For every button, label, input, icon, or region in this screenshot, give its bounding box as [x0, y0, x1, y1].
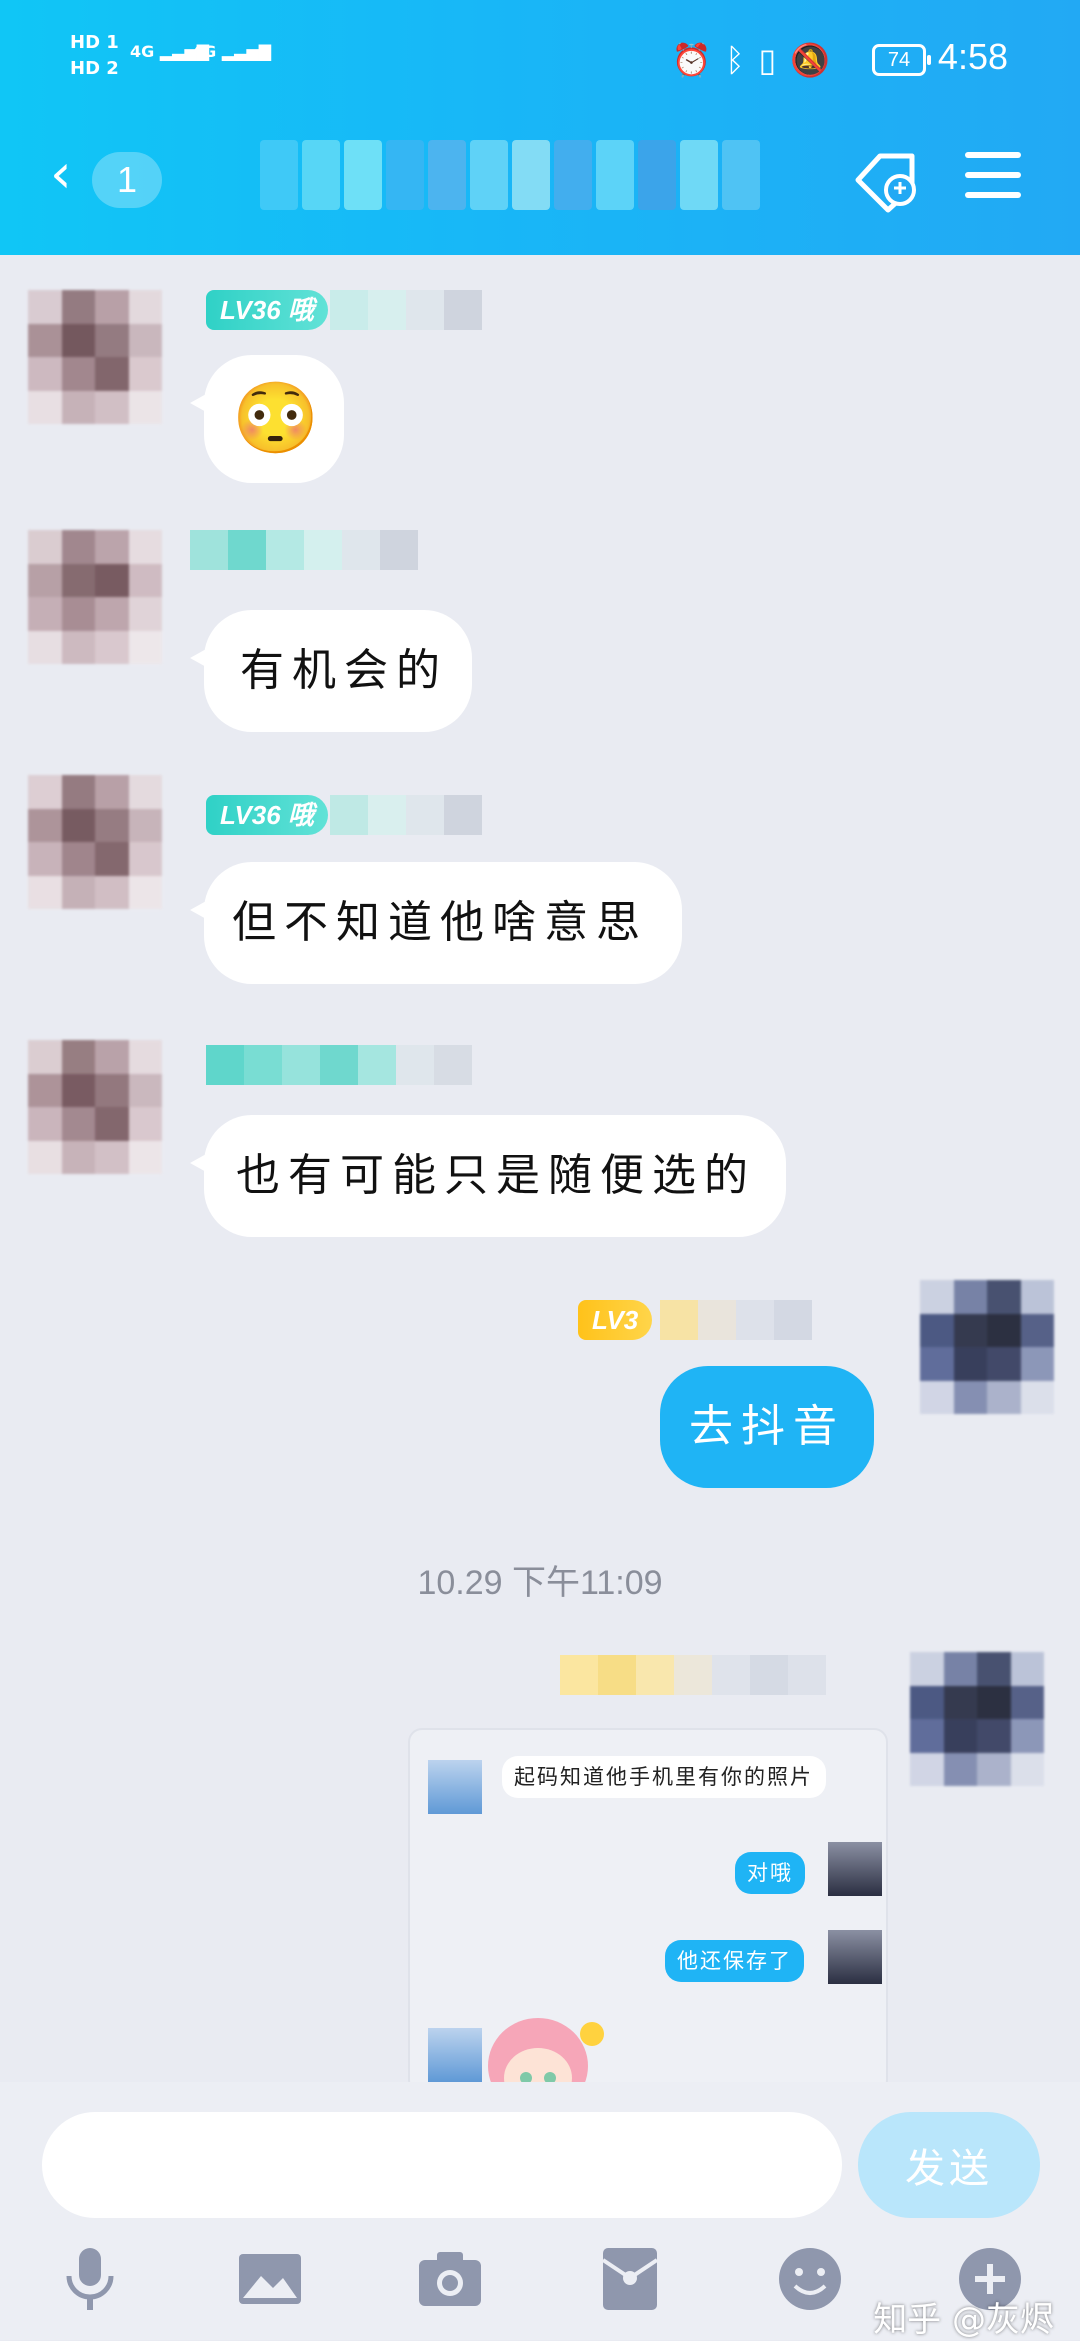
title-bar: HD 1 HD 2 4G ▂▃▅▇ 4G ▂▃▅▇ ⏰ ᛒ ▯ 🔕 74 4:5…	[0, 0, 1080, 255]
unread-count-badge: 1	[92, 152, 162, 208]
sender-name-redacted	[206, 1045, 472, 1085]
mini-avatar	[428, 2028, 482, 2082]
status-bar: HD 1 HD 2 4G ▂▃▅▇ 4G ▂▃▅▇ ⏰ ᛒ ▯ 🔕 74 4:5…	[0, 0, 1080, 120]
forwarded-message: 起码知道他手机里有你的照片	[502, 1756, 826, 1798]
avatar[interactable]	[28, 1040, 162, 1174]
mini-avatar	[828, 1842, 882, 1896]
tag-swap-icon[interactable]	[850, 148, 922, 214]
message-bubble[interactable]: 也有可能只是随便选的	[190, 1115, 786, 1237]
my-level-badge: LV3	[578, 1300, 653, 1340]
my-name-redacted	[660, 1300, 812, 1340]
microphone-icon[interactable]	[55, 2244, 125, 2314]
image-icon[interactable]	[235, 2244, 305, 2314]
my-message-bubble[interactable]: 去抖音	[660, 1366, 874, 1488]
message-input[interactable]	[42, 2112, 842, 2218]
sender-name-redacted	[330, 795, 482, 835]
system-icons: ⏰ ᛒ ▯ 🔕	[672, 42, 831, 78]
chevron-left-icon: ‹	[50, 142, 72, 205]
my-avatar[interactable]	[910, 1652, 1044, 1786]
my-name-redacted	[560, 1655, 826, 1695]
level-badge: LV36 哦	[206, 290, 328, 330]
forwarded-message: 他还保存了	[665, 1940, 804, 1982]
hd1-label: HD 1	[70, 32, 119, 53]
watermark: 知乎 @灰烬	[873, 2300, 1054, 2340]
menu-icon[interactable]	[965, 152, 1021, 202]
red-packet-icon[interactable]	[595, 2244, 665, 2314]
emoji-shocked-icon: 😳	[232, 377, 320, 459]
message-bubble[interactable]: 😳	[190, 355, 344, 483]
vibrate-icon: ▯	[758, 41, 777, 79]
emoji-icon[interactable]	[775, 2244, 845, 2314]
level-badge: LV36 哦	[206, 795, 328, 835]
send-button[interactable]: 发送	[858, 2112, 1040, 2218]
signal-icon-2: 4G ▂▃▅▇	[192, 42, 272, 61]
mini-avatar	[828, 1930, 882, 1984]
hd2-label: HD 2	[70, 58, 119, 79]
avatar[interactable]	[28, 290, 162, 424]
mini-avatar	[428, 1760, 482, 1814]
sender-name-redacted	[190, 530, 418, 570]
clock: 4:58	[937, 36, 1008, 77]
avatar[interactable]	[28, 530, 162, 664]
message-bubble[interactable]: 但不知道他啥意思	[190, 862, 682, 984]
back-button[interactable]: ‹ 1	[40, 140, 190, 220]
battery-icon: 74	[872, 44, 931, 76]
mute-icon: 🔕	[790, 41, 830, 79]
alarm-icon: ⏰	[671, 41, 712, 79]
bluetooth-icon: ᛒ	[725, 41, 745, 79]
time-divider: 10.29 下午11:09	[417, 1564, 663, 1602]
message-bubble[interactable]: 有机会的	[190, 610, 472, 732]
sender-name-redacted	[330, 290, 482, 330]
battery-level: 74	[887, 49, 911, 71]
avatar[interactable]	[28, 775, 162, 909]
sim1-net: 4G	[130, 42, 155, 61]
camera-icon[interactable]	[415, 2244, 485, 2314]
forwarded-message: 对哦	[735, 1852, 805, 1894]
my-avatar[interactable]	[920, 1280, 1054, 1414]
chat-title-redacted	[260, 140, 760, 210]
sim-indicator: HD 1 HD 2	[70, 30, 119, 82]
sim2-net: 4G	[192, 42, 217, 61]
anime-girl-sticker-icon	[488, 2018, 604, 2092]
forwarded-screenshot-card[interactable]: 起码知道他手机里有你的照片 对哦 他还保存了	[408, 1728, 888, 2094]
